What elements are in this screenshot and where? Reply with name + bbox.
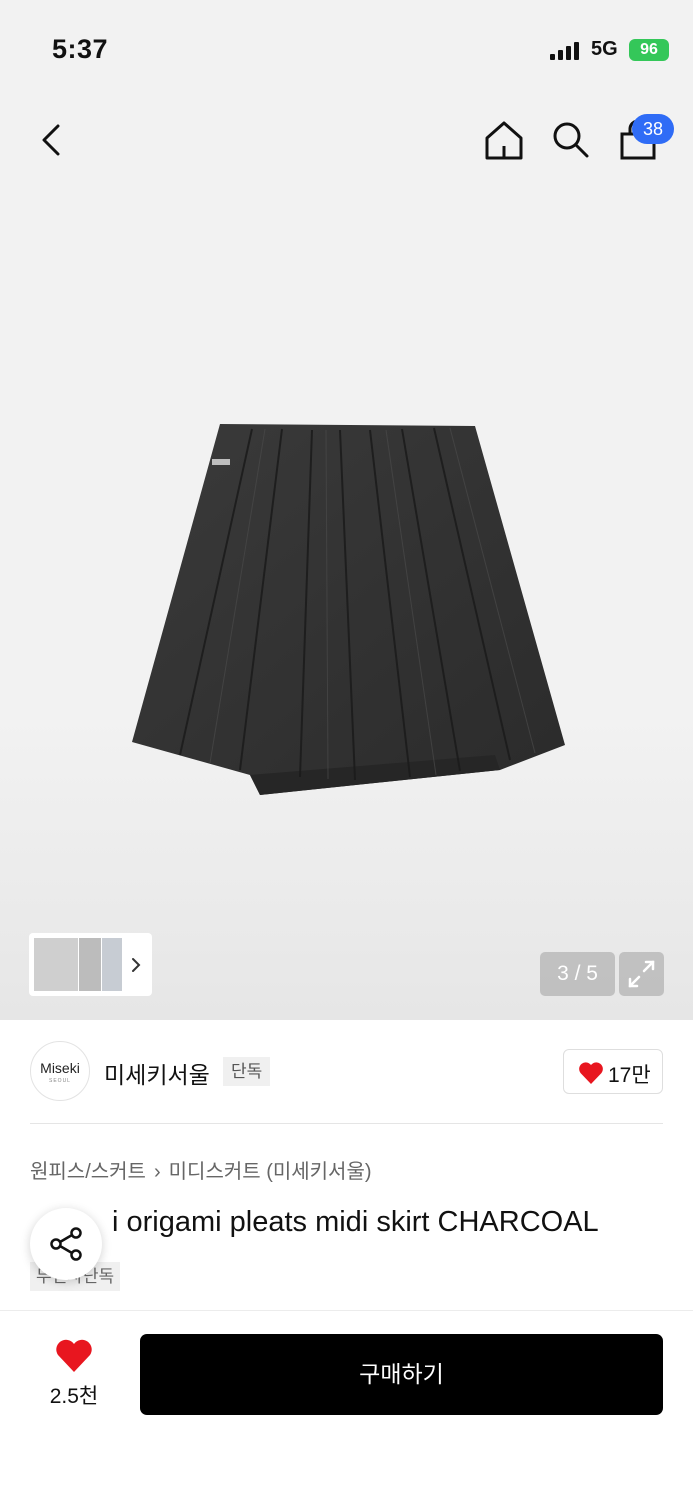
heart-icon — [579, 1062, 603, 1084]
battery-icon: 96 — [629, 39, 669, 61]
wish-heart-icon[interactable] — [54, 1338, 94, 1374]
thumbnail[interactable] — [34, 938, 78, 991]
breadcrumb-item[interactable]: 미디스커트 (미세키서울) — [169, 1161, 372, 1183]
buy-button[interactable]: 구매하기 — [140, 1334, 663, 1415]
cart-count-badge: 38 — [632, 114, 674, 144]
share-button[interactable] — [30, 1208, 102, 1280]
signal-icon — [550, 42, 582, 60]
brand-logo-text: Miseki — [40, 1060, 80, 1076]
breadcrumb: 원피스/스커트 › 미디스커트 (미세키서울) — [30, 1155, 372, 1184]
chevron-right-icon[interactable] — [128, 955, 144, 975]
breadcrumb-item[interactable]: 원피스/스커트 — [30, 1161, 146, 1183]
wish-count: 2.5천 — [49, 1385, 99, 1408]
status-time: 5:37 — [52, 34, 109, 64]
brand-logo[interactable]: Miseki SEOUL — [30, 1041, 90, 1101]
thumbnail[interactable] — [79, 938, 101, 991]
brand-name[interactable]: 미세키서울 — [104, 1056, 210, 1090]
expand-icon[interactable] — [619, 952, 664, 996]
thumbnail[interactable] — [102, 938, 122, 991]
battery-level: 96 — [640, 41, 658, 58]
brand-like-button[interactable]: 17만 — [563, 1049, 663, 1094]
product-title: i origami pleats midi skirt CHARCOAL — [30, 1206, 599, 1239]
breadcrumb-separator-icon: › — [153, 1161, 161, 1183]
share-icon — [50, 1227, 82, 1261]
divider — [30, 1123, 663, 1124]
product-title-text: i origami pleats midi skirt CHARCOAL — [112, 1206, 599, 1238]
home-icon[interactable] — [482, 118, 526, 162]
network-label: 5G — [591, 38, 618, 60]
exclusive-tag: 단독 — [223, 1057, 271, 1086]
product-image[interactable] — [120, 415, 570, 805]
status-bar: 5:37 5G 96 — [0, 0, 693, 90]
brand-logo-sub: SEOUL — [49, 1078, 71, 1084]
search-icon[interactable] — [549, 118, 593, 162]
brand-like-count: 17만 — [608, 1064, 651, 1087]
page-indicator: 3 / 5 — [540, 952, 615, 996]
back-icon[interactable] — [34, 118, 74, 162]
